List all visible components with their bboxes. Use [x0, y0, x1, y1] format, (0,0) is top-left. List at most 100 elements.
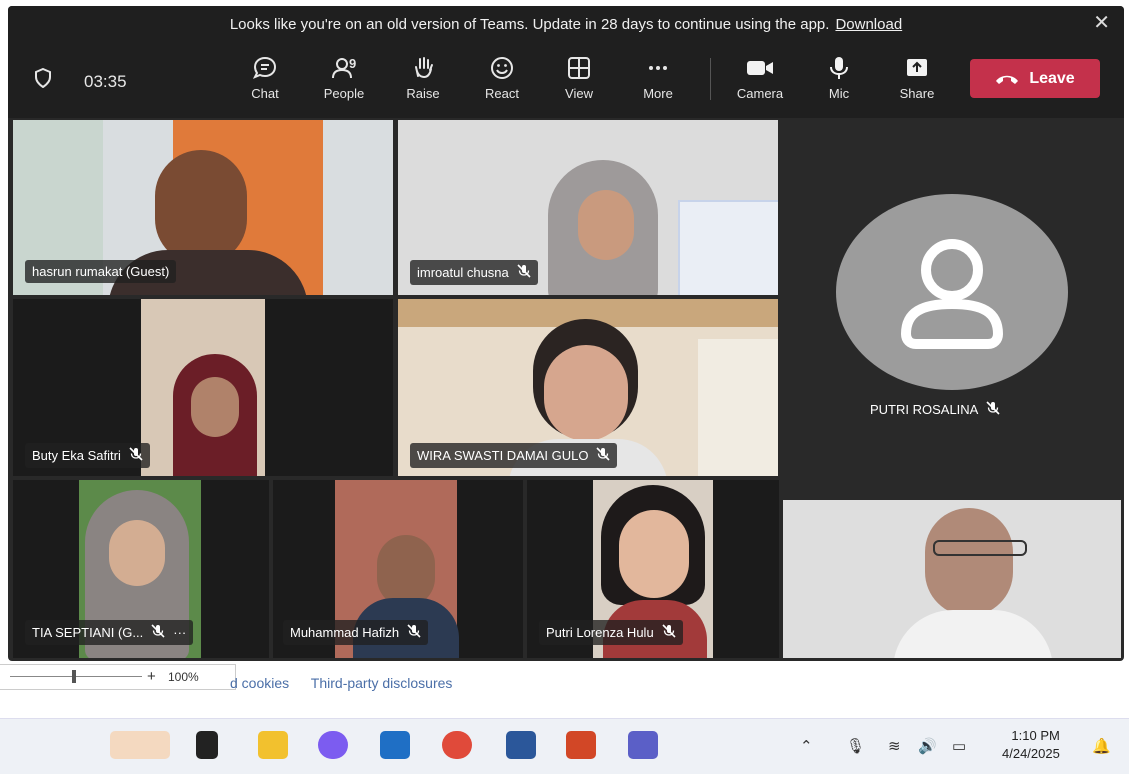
- toolbar-divider: [710, 58, 711, 100]
- smiley-icon: [491, 57, 513, 79]
- participant-name: Muhammad Hafizh: [290, 625, 400, 640]
- participant-name: Putri Lorenza Hulu: [546, 625, 654, 640]
- participant-name: imroatul chusna: [417, 265, 509, 280]
- meeting-toolbar: 03:35 Chat 9 People Raise React View Mor…: [8, 42, 1124, 118]
- more-label: More: [643, 86, 673, 101]
- more-dots-icon: [649, 66, 667, 70]
- camera-icon: [747, 61, 773, 75]
- clock-time: 1:10 PM: [1011, 728, 1060, 743]
- participant-name: TIA SEPTIANI (G...: [32, 625, 144, 640]
- participant-name-tag: Buty Eka Safitri: [25, 443, 150, 468]
- powerpoint-icon[interactable]: [566, 731, 596, 759]
- leave-button[interactable]: Leave: [970, 59, 1100, 98]
- zoom-slider-track[interactable]: [10, 676, 142, 677]
- mail-icon[interactable]: [380, 731, 410, 759]
- zoom-slider-thumb[interactable]: [72, 670, 76, 683]
- microphone-tray-icon[interactable]: 🎙: [846, 737, 865, 755]
- widgets-icon[interactable]: [110, 731, 170, 759]
- task-view-icon[interactable]: [196, 731, 218, 759]
- participant-face: [377, 535, 435, 607]
- battery-icon[interactable]: ▭: [952, 737, 966, 755]
- participant-face: [578, 190, 634, 260]
- chat-icon: [252, 56, 277, 79]
- participant-head: [155, 150, 247, 265]
- participant-name-tag: Muhammad Hafizh: [283, 620, 429, 645]
- avatar-putri-rosalina[interactable]: [836, 194, 1068, 390]
- zoom-control: + 100%: [0, 664, 236, 690]
- window-background: [698, 339, 778, 476]
- file-explorer-icon[interactable]: [258, 731, 288, 759]
- mic-button[interactable]: Mic: [811, 56, 867, 101]
- more-button[interactable]: More: [630, 56, 686, 101]
- shield-icon: [34, 67, 52, 93]
- mic-muted-icon: [596, 447, 611, 464]
- zoom-in-icon[interactable]: +: [147, 668, 156, 685]
- download-link[interactable]: Download: [835, 16, 902, 33]
- mic-icon: [830, 57, 848, 79]
- video-tile-muhammad[interactable]: Muhammad Hafizh: [273, 480, 523, 658]
- participant-glasses: [933, 540, 1027, 556]
- notification-icon[interactable]: 🔔: [1092, 737, 1111, 755]
- third-party-disclosures-link[interactable]: Third-party disclosures: [311, 675, 453, 691]
- share-screen-icon: [907, 59, 927, 76]
- mic-muted-icon: [986, 401, 1000, 418]
- video-tile-tia[interactable]: TIA SEPTIANI (G... ···: [13, 480, 269, 658]
- update-banner: Looks like you're on an old version of T…: [8, 6, 1124, 42]
- participant-name-tag: Putri Lorenza Hulu: [539, 620, 683, 645]
- camera-button[interactable]: Camera: [732, 56, 788, 101]
- wifi-icon[interactable]: ≋: [888, 737, 901, 755]
- react-label: React: [485, 86, 519, 101]
- word-icon[interactable]: [506, 731, 536, 759]
- tile-more-options-icon[interactable]: ···: [173, 625, 186, 640]
- participant-face: [191, 377, 239, 437]
- participant-name-tag: PUTRI ROSALINA: [870, 401, 1000, 418]
- participant-face: [109, 520, 165, 586]
- video-tile-imroatul[interactable]: imroatul chusna: [398, 120, 778, 295]
- close-banner-icon[interactable]: ✕: [1093, 13, 1110, 33]
- self-video-tile[interactable]: [783, 500, 1121, 658]
- participant-name: Buty Eka Safitri: [32, 448, 121, 463]
- mic-muted-icon: [662, 624, 676, 641]
- video-tile-buty[interactable]: Buty Eka Safitri: [13, 299, 393, 476]
- people-button[interactable]: 9 People: [316, 56, 372, 101]
- clock-date: 4/24/2025: [1002, 746, 1060, 761]
- chrome-icon[interactable]: [442, 731, 472, 759]
- hang-up-icon: [996, 75, 1019, 84]
- copilot-icon[interactable]: [318, 731, 348, 759]
- volume-icon[interactable]: 🔊: [918, 737, 937, 755]
- raise-label: Raise: [406, 86, 440, 101]
- react-button[interactable]: React: [474, 56, 530, 101]
- teams-icon[interactable]: [628, 731, 658, 759]
- camera-label: Camera: [736, 86, 784, 101]
- chat-button[interactable]: Chat: [237, 56, 293, 101]
- update-banner-text: Looks like you're on an old version of T…: [229, 15, 830, 33]
- participant-name-tag: hasrun rumakat (Guest): [25, 260, 177, 283]
- video-tile-wira[interactable]: WIRA SWASTI DAMAI GULO: [398, 299, 778, 476]
- cookies-link[interactable]: d cookies: [230, 675, 289, 691]
- person-placeholder-icon: [900, 239, 1004, 349]
- video-tile-hasrun[interactable]: hasrun rumakat (Guest): [13, 120, 393, 295]
- participant-face: [619, 510, 689, 598]
- participant-name-tag: imroatul chusna: [410, 260, 538, 285]
- teams-meeting-window: Looks like you're on an old version of T…: [8, 6, 1124, 661]
- mic-muted-icon: [407, 624, 421, 641]
- participant-face: [925, 508, 1013, 616]
- people-count-badge: 9: [349, 56, 357, 71]
- view-button[interactable]: View: [551, 56, 607, 101]
- video-tile-putri-lorenza[interactable]: Putri Lorenza Hulu: [527, 480, 779, 658]
- share-label: Share: [899, 86, 935, 101]
- poster-background: [678, 200, 778, 295]
- share-button[interactable]: Share: [889, 56, 945, 101]
- participant-face: [544, 345, 628, 441]
- taskbar-clock[interactable]: 1:10 PM 4/24/2025: [1002, 727, 1060, 763]
- raise-hand-button[interactable]: Raise: [395, 56, 451, 101]
- show-hidden-icons-icon[interactable]: ⌃: [800, 737, 813, 755]
- mic-muted-icon: [151, 624, 165, 641]
- zoom-level: 100%: [168, 670, 199, 684]
- mic-label: Mic: [828, 86, 850, 101]
- view-label: View: [565, 86, 593, 101]
- participant-name: hasrun rumakat (Guest): [32, 264, 170, 279]
- meeting-timer: 03:35: [84, 72, 127, 91]
- participant-name-tag: TIA SEPTIANI (G... ···: [25, 620, 194, 645]
- mic-muted-icon: [517, 264, 531, 281]
